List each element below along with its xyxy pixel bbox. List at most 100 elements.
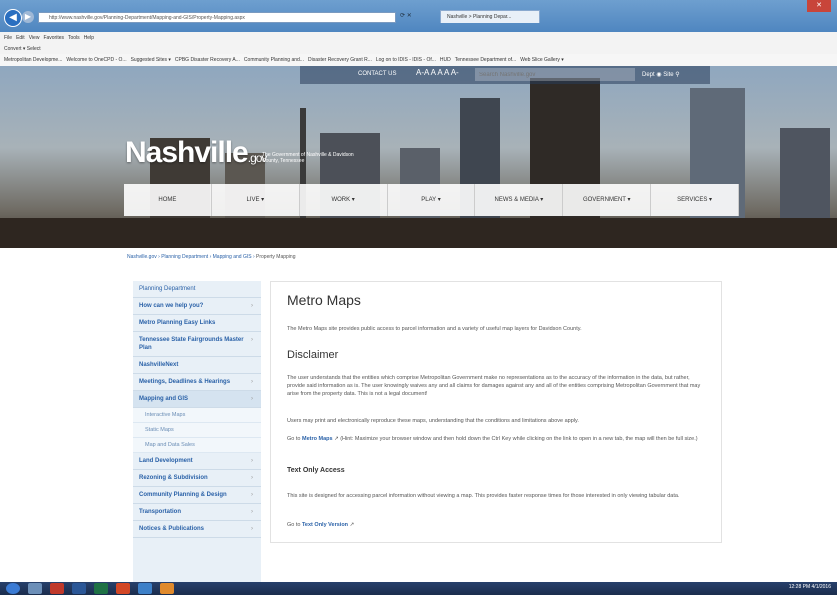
favorite-link[interactable]: Community Planning and...	[244, 57, 304, 63]
nav-item[interactable]: PLAY ▾	[388, 184, 476, 216]
browser-tab[interactable]: Nashville > Planning Depar...	[440, 10, 540, 23]
sidebar-subitem[interactable]: Map and Data Sales	[133, 438, 261, 453]
chevron-right-icon: ›	[251, 303, 253, 309]
goto-metro-maps-text: Go to Metro Maps ↗ (Hint: Maximize your …	[287, 435, 707, 443]
skyline-ground	[0, 218, 837, 248]
chevron-right-icon: ›	[251, 379, 253, 385]
favorite-link[interactable]: Disaster Recovery Grant R...	[308, 57, 372, 63]
excel-icon[interactable]	[94, 583, 108, 594]
menu-item[interactable]: Help	[84, 35, 94, 41]
favorite-link[interactable]: Metropolitan Developme...	[4, 57, 62, 63]
logo-text: Nashville	[125, 136, 249, 169]
sidebar-item-label: Land Development	[139, 458, 193, 464]
word-icon[interactable]	[72, 583, 86, 594]
back-button[interactable]: ◀	[4, 9, 22, 27]
pdf-reader-icon[interactable]	[50, 583, 64, 594]
taskbar: 12:28 PM 4/1/2016	[0, 582, 837, 595]
explorer-icon[interactable]	[28, 583, 42, 594]
sidebar-item[interactable]: Mapping and GIS ›	[133, 391, 261, 408]
site-tagline: The Government of Nashville & Davidson C…	[262, 152, 354, 164]
menu-item[interactable]: Edit	[16, 35, 25, 41]
sidebar-item[interactable]: Land Development ›	[133, 453, 261, 470]
menu-item[interactable]: Tools	[68, 35, 80, 41]
chevron-right-icon: ›	[251, 526, 253, 532]
favorite-link[interactable]: CPBG Disaster Recovery A...	[175, 57, 240, 63]
sidebar-item[interactable]: Metro Planning Easy Links	[133, 315, 261, 332]
search-input[interactable]	[475, 68, 635, 81]
breadcrumb-item[interactable]: Nashville.gov	[127, 254, 157, 260]
sidebar-item[interactable]: Rezoning & Subdivision ›	[133, 470, 261, 487]
favorite-link[interactable]: HUD	[440, 57, 451, 63]
text-only-prefix: Go to	[287, 522, 302, 528]
internet-explorer-icon[interactable]	[138, 583, 152, 594]
sidebar-item[interactable]: Community Planning & Design ›	[133, 487, 261, 504]
text-only-version-link[interactable]: Text Only Version	[302, 522, 348, 528]
nav-item[interactable]: HOME	[124, 184, 212, 216]
sidebar-subitem[interactable]: Static Maps	[133, 423, 261, 438]
site-logo[interactable]: Nashville.gov	[125, 136, 267, 170]
sidebar-item[interactable]: Meetings, Deadlines & Hearings ›	[133, 374, 261, 391]
system-tray[interactable]: 12:28 PM 4/1/2016	[789, 584, 831, 590]
nav-item[interactable]: SERVICES ▾	[651, 184, 740, 216]
breadcrumb-item[interactable]: Planning Department	[161, 254, 208, 260]
outlook-icon[interactable]	[160, 583, 174, 594]
disclaimer-text: The user understands that the entities w…	[287, 375, 701, 397]
favorite-link[interactable]: Suggested Sites ▾	[131, 57, 171, 63]
sidebar-item[interactable]: Tennessee State Fairgrounds Master Plan ›	[133, 332, 261, 357]
chevron-right-icon: ›	[251, 458, 253, 464]
text-only-heading: Text Only Access	[287, 467, 345, 474]
sidebar-item-label: Notices & Publications	[139, 526, 205, 532]
favorite-link[interactable]: Log on to IDIS - IDIS - Of...	[376, 57, 436, 63]
menu-item[interactable]: Favorites	[43, 35, 64, 41]
nav-item[interactable]: LIVE ▾	[212, 184, 300, 216]
menu-bar: File Edit View Favorites Tools Help	[0, 32, 837, 44]
chevron-right-icon: ›	[251, 475, 253, 481]
favorite-link[interactable]: Tennessee Department of...	[455, 57, 516, 63]
external-link-icon: ↗	[348, 522, 355, 528]
text-only-description: This site is designed for accessing parc…	[287, 493, 680, 499]
sidebar-item[interactable]: NashvilleNext	[133, 357, 261, 374]
menu-item[interactable]: File	[4, 35, 12, 41]
sidebar-item[interactable]: Notices & Publications ›	[133, 521, 261, 538]
sidebar-item-label: Tennessee State Fairgrounds Master Plan	[139, 337, 244, 351]
start-button[interactable]	[6, 583, 20, 594]
close-window-button[interactable]: ✕	[807, 0, 831, 12]
powerpoint-icon[interactable]	[116, 583, 130, 594]
font-size-controls[interactable]: A-A A A A A-	[416, 68, 459, 77]
hero-banner: CONTACT US A-A A A A A- Dept ◉ Site ⚲ Na…	[0, 66, 837, 248]
sidebar: Planning Department How can we help you?…	[133, 281, 261, 595]
sidebar-item-label: NashvilleNext	[139, 362, 179, 368]
refresh-icon[interactable]: ⟳ ✕	[400, 12, 412, 19]
favorite-link[interactable]: Welcome to OneCPD - O...	[66, 57, 126, 63]
forward-button[interactable]: ▶	[22, 11, 34, 23]
breadcrumb-item[interactable]: Mapping and GIS	[213, 254, 252, 260]
contact-us-link[interactable]: CONTACT US	[358, 71, 396, 77]
sidebar-subitem[interactable]: Interactive Maps	[133, 408, 261, 423]
metro-maps-link[interactable]: Metro Maps	[302, 436, 333, 442]
sidebar-item-label: Rezoning & Subdivision	[139, 475, 208, 481]
nav-item[interactable]: NEWS & MEDIA ▾	[475, 184, 564, 216]
nav-item[interactable]: WORK ▾	[300, 184, 388, 216]
clock-time: 12:28 PM	[788, 584, 811, 590]
sidebar-item-label: Metro Planning Easy Links	[139, 320, 216, 326]
nav-item[interactable]: GOVERNMENT ▾	[563, 184, 652, 216]
sidebar-item[interactable]: How can we help you? ›	[133, 298, 261, 315]
menu-item[interactable]: View	[29, 35, 40, 41]
sidebar-title[interactable]: Planning Department	[133, 281, 261, 298]
chevron-right-icon: ›	[251, 509, 253, 515]
sidebar-item-label: Transportation	[139, 509, 182, 515]
sidebar-item-label: Mapping and GIS	[139, 396, 188, 402]
sidebar-list: How can we help you? › Metro Planning Easy…	[133, 298, 261, 538]
favorite-link[interactable]: Web Slice Gallery ▾	[520, 57, 564, 63]
main-content: Metro Maps The Metro Maps site provides …	[270, 281, 722, 543]
disclaimer-heading: Disclaimer	[287, 349, 339, 361]
sidebar-item[interactable]: Transportation ›	[133, 504, 261, 521]
text-only-line: Go to Text Only Version ↗	[287, 522, 354, 528]
chevron-right-icon: ›	[251, 492, 253, 498]
utility-bar: CONTACT US A-A A A A A- Dept ◉ Site ⚲	[300, 66, 710, 84]
address-bar[interactable]: http://www.nashville.gov/Planning-Depart…	[38, 12, 396, 23]
command-bar[interactable]: Convert ▾ Select	[0, 44, 837, 54]
search-scope-options[interactable]: Dept ◉ Site ⚲	[642, 71, 680, 78]
page-title: Metro Maps	[287, 292, 361, 308]
main-navigation: HOME LIVE ▾ WORK ▾ PLAY ▾ NEWS & MEDIA ▾ GOVE…	[124, 184, 740, 216]
